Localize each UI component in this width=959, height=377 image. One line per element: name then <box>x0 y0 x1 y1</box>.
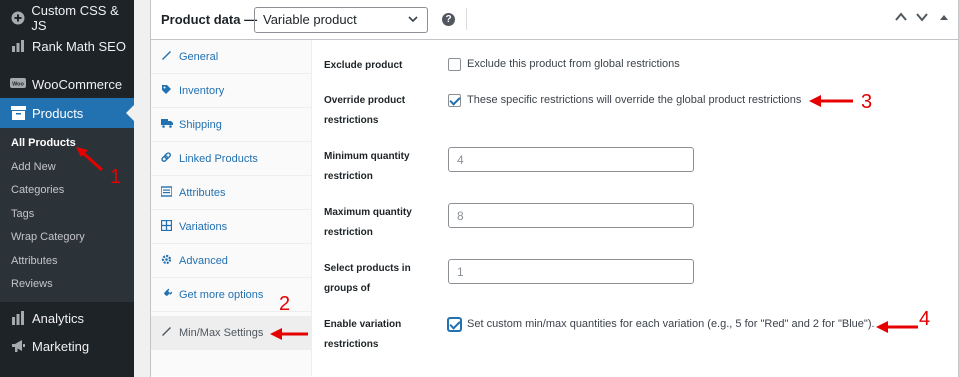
tab-label: Inventory <box>179 84 225 97</box>
annotation-number-2: 2 <box>279 293 291 315</box>
override-restrictions-checkbox[interactable] <box>448 94 461 107</box>
max-quantity-input[interactable]: 8 <box>448 203 694 228</box>
annotation-number-4: 4 <box>919 308 931 330</box>
override-restrictions-label-line2: restrictions <box>324 115 379 126</box>
override-restrictions-label-line1: Override product <box>324 95 406 106</box>
group-of-input[interactable]: 1 <box>448 259 694 284</box>
override-restrictions-text: These specific restrictions will overrid… <box>467 94 802 106</box>
link-icon <box>161 151 175 166</box>
sidebar-item-label: Rank Math SEO <box>32 38 126 54</box>
sidebar-item-label: Analytics <box>32 310 85 326</box>
variation-restrictions-label-line2: restrictions <box>324 339 379 350</box>
tab-shipping[interactable]: Shipping <box>151 108 312 142</box>
variation-restrictions-label-line1: Enable variation <box>324 319 402 330</box>
submenu-tags[interactable]: Tags <box>11 208 34 220</box>
header-divider <box>466 8 467 30</box>
tab-label: General <box>179 50 219 63</box>
annotation-number-3: 3 <box>861 91 873 113</box>
sidebar-item-marketing[interactable]: Marketing <box>0 331 134 361</box>
help-icon[interactable]: ? <box>442 13 455 26</box>
archive-icon <box>8 106 28 120</box>
svg-text:Woo: Woo <box>12 82 24 88</box>
wrench-icon <box>161 50 175 64</box>
max-quantity-label-line2: restriction <box>324 227 373 238</box>
move-up-icon[interactable] <box>894 10 908 27</box>
gear-icon <box>161 254 175 268</box>
max-quantity-placeholder: 8 <box>457 209 464 223</box>
tab-label: Linked Products <box>179 152 258 165</box>
tag-icon <box>161 84 175 98</box>
product-data-panel: Product data — Variable product ? Genera… <box>150 0 959 377</box>
chart-bars-icon <box>8 39 28 53</box>
sidebar-item-custom-css[interactable]: Custom CSS & JS <box>0 3 134 33</box>
truck-icon <box>161 118 175 131</box>
collapse-toggle-icon[interactable] <box>939 10 949 27</box>
sidebar-item-label: Custom CSS & JS <box>31 3 119 33</box>
sidebar-item-label: Products <box>32 105 84 121</box>
submenu-categories[interactable]: Categories <box>11 184 64 196</box>
sidebar-item-woocommerce[interactable]: Woo WooCommerce <box>0 69 134 99</box>
product-type-value: Variable product <box>263 12 357 27</box>
plus-circle-icon <box>8 11 27 25</box>
chevron-down-icon <box>407 13 419 28</box>
product-type-select[interactable]: Variable product <box>254 7 428 33</box>
submenu-add-new[interactable]: Add New <box>11 161 56 173</box>
variation-restrictions-checkbox[interactable] <box>448 318 461 331</box>
max-quantity-label-line1: Maximum quantity <box>324 207 412 218</box>
group-of-label-line1: Select products in <box>324 263 411 274</box>
annotation-arrow-2 <box>270 328 308 340</box>
sidebar-item-products[interactable]: Products <box>0 98 134 128</box>
tab-label: Attributes <box>179 186 226 199</box>
sidebar-item-analytics[interactable]: Analytics <box>0 303 134 333</box>
tab-label: Shipping <box>179 118 222 131</box>
grid-icon <box>160 219 175 234</box>
wrench-icon <box>161 326 175 340</box>
submenu-wrap-category[interactable]: Wrap Category <box>11 231 85 243</box>
megaphone-icon <box>8 339 28 353</box>
exclude-product-text: Exclude this product from global restric… <box>467 58 680 70</box>
exclude-product-label: Exclude product <box>324 60 403 71</box>
panel-title: Product data — <box>161 12 258 27</box>
tab-label: Min/Max Settings <box>179 326 264 339</box>
tab-advanced[interactable]: Advanced <box>151 244 312 278</box>
sidebar-item-label: Marketing <box>32 338 90 354</box>
sidebar-item-rank-math[interactable]: Rank Math SEO <box>0 31 134 61</box>
min-quantity-label-line2: restriction <box>324 171 373 182</box>
tab-label: Advanced <box>179 254 228 267</box>
tab-attributes[interactable]: Attributes <box>151 176 312 210</box>
tab-general[interactable]: General <box>151 40 312 74</box>
variation-restrictions-text: Set custom min/max quantities for each v… <box>467 318 875 330</box>
plugin-icon <box>161 288 175 302</box>
panel-header: Product data — Variable product ? <box>151 0 959 40</box>
annotation-number-1: 1 <box>110 166 122 188</box>
tab-label: Variations <box>179 220 228 233</box>
submenu-reviews[interactable]: Reviews <box>11 278 53 290</box>
move-down-icon[interactable] <box>915 10 929 27</box>
submenu-attributes[interactable]: Attributes <box>11 255 57 267</box>
tab-linked-products[interactable]: Linked Products <box>151 142 312 176</box>
min-quantity-input[interactable]: 4 <box>448 147 694 172</box>
submenu-all-products[interactable]: All Products <box>11 137 76 149</box>
annotation-arrow-3 <box>809 95 853 107</box>
group-of-placeholder: 1 <box>457 265 464 279</box>
annotation-arrow-4 <box>876 321 918 333</box>
min-quantity-placeholder: 4 <box>457 153 464 167</box>
bar-chart-icon <box>8 311 28 325</box>
products-submenu: All Products Add New Categories Tags Wra… <box>0 128 134 302</box>
sidebar-item-label: WooCommerce <box>32 76 123 92</box>
tab-inventory[interactable]: Inventory <box>151 74 312 108</box>
list-icon <box>160 185 175 200</box>
exclude-product-checkbox[interactable] <box>448 58 461 71</box>
annotation-arrow-1 <box>76 147 104 172</box>
group-of-label-line2: groups of <box>324 283 371 294</box>
woocommerce-icon: Woo <box>8 78 28 90</box>
tab-label: Get more options <box>179 288 264 301</box>
min-quantity-label-line1: Minimum quantity <box>324 151 410 162</box>
tab-variations[interactable]: Variations <box>151 210 312 244</box>
